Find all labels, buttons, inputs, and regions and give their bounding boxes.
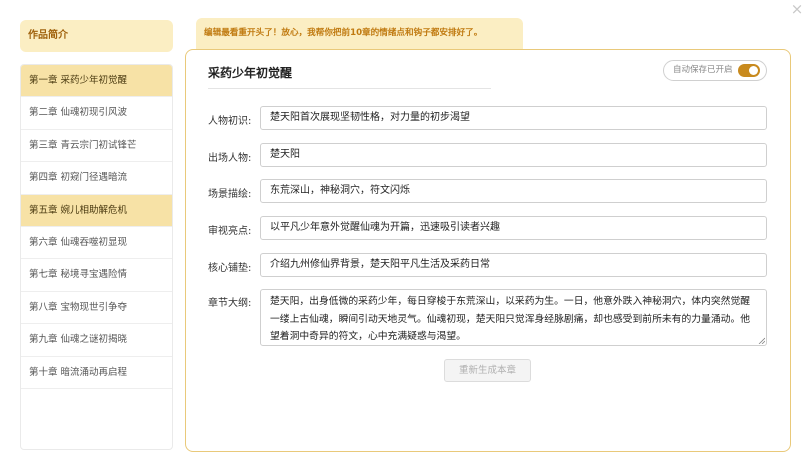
toggle-switch-icon[interactable] <box>738 64 760 77</box>
chapter-list: 第一章 采药少年初觉醒 第二章 仙魂初现引风波 第三章 青云宗门初试锋芒 第四章… <box>20 64 173 450</box>
toggle-knob <box>749 66 758 75</box>
close-icon[interactable]: × <box>789 1 805 17</box>
chapter-item-4[interactable]: 第四章 初窥门径遇暗流 <box>21 162 172 195</box>
appearing-characters-label: 出场人物: <box>208 153 252 164</box>
chapter-item-7[interactable]: 第七章 秘境寻宝遇险情 <box>21 259 172 292</box>
appearing-characters-field[interactable]: 楚天阳 <box>260 143 767 167</box>
chapter-item-9[interactable]: 第九章 仙魂之谜初揭晓 <box>21 324 172 357</box>
regenerate-chapter-button[interactable]: 重新生成本章 <box>444 359 531 382</box>
chapter-editor-panel: 采药少年初觉醒 自动保存已开启 人物初识: 楚天阳首次展现坚韧性格，对力量的初步… <box>185 49 791 452</box>
autosave-toggle[interactable]: 自动保存已开启 <box>663 60 767 81</box>
outline-label: 章节大纲: <box>208 298 252 309</box>
chapter-item-6[interactable]: 第六章 仙魂吞噬初显现 <box>21 227 172 260</box>
review-highlights-label: 审视亮点: <box>208 226 252 237</box>
intro-tab[interactable]: 作品简介 <box>20 20 173 52</box>
chapter-item-1[interactable]: 第一章 采药少年初觉醒 <box>21 65 172 98</box>
scene-description-field[interactable]: 东荒深山，神秘洞穴，符文闪烁 <box>260 179 767 203</box>
outline-textarea[interactable]: 楚天阳，出身低微的采药少年，每日穿梭于东荒深山，以采药为生。一日，他意外跌入神秘… <box>260 289 767 346</box>
characters-intro-field[interactable]: 楚天阳首次展现坚韧性格，对力量的初步渴望 <box>260 106 767 130</box>
core-setup-field[interactable]: 介绍九州修仙界背景，楚天阳平凡生活及采药日常 <box>260 253 767 277</box>
chapter-item-10[interactable]: 第十章 暗流涌动再启程 <box>21 357 172 389</box>
characters-intro-label: 人物初识: <box>208 116 252 127</box>
chapter-item-3[interactable]: 第三章 青云宗门初试锋芒 <box>21 130 172 163</box>
chapter-item-8[interactable]: 第八章 宝物现世引争夺 <box>21 292 172 325</box>
tip-banner: 编辑最看重开头了！放心，我帮你把前10章的情绪点和钩子都安排好了。 <box>196 18 523 49</box>
resize-grip-icon[interactable] <box>758 337 765 344</box>
title-divider <box>208 88 491 89</box>
scene-description-label: 场景描绘: <box>208 189 252 200</box>
outline-text: 楚天阳，出身低微的采药少年，每日穿梭于东荒深山，以采药为生。一日，他意外跌入神秘… <box>270 296 751 342</box>
review-highlights-field[interactable]: 以平凡少年意外觉醒仙魂为开篇，迅速吸引读者兴趣 <box>260 216 767 240</box>
core-setup-label: 核心铺垫: <box>208 263 252 274</box>
autosave-label: 自动保存已开启 <box>673 65 733 75</box>
chapter-item-5[interactable]: 第五章 婉儿相助解危机 <box>21 194 172 227</box>
chapter-item-2[interactable]: 第二章 仙魂初现引风波 <box>21 97 172 130</box>
chapter-title: 采药少年初觉醒 <box>208 66 293 80</box>
